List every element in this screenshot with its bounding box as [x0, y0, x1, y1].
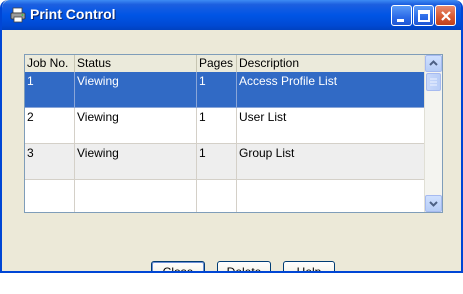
printer-icon: [10, 7, 26, 23]
close-button[interactable]: Close: [151, 261, 205, 273]
table-row[interactable]: 2 Viewing 1 User List: [25, 108, 425, 144]
window-title: Print Control: [30, 6, 116, 22]
close-window-button[interactable]: [435, 5, 456, 26]
status-cell: Viewing: [75, 72, 197, 108]
minimize-button[interactable]: [391, 5, 412, 26]
status-cell: Viewing: [75, 108, 197, 144]
description-cell: Group List: [237, 144, 425, 180]
column-header-pages[interactable]: Pages: [197, 55, 237, 72]
column-header-status[interactable]: Status: [75, 55, 197, 72]
list-header: Job No. Status Pages Description: [25, 55, 425, 73]
scroll-up-button[interactable]: [425, 55, 442, 72]
chevron-down-icon: [429, 201, 438, 207]
close-button-label: Close: [162, 265, 194, 273]
vertical-scrollbar[interactable]: [424, 55, 442, 212]
empty-row: [25, 180, 425, 212]
minimize-icon: [397, 19, 404, 22]
status-cell: Viewing: [75, 144, 197, 180]
delete-button[interactable]: Delete: [217, 261, 271, 273]
maximize-icon: [418, 10, 430, 22]
table-row[interactable]: 1 Viewing 1 Access Profile List: [25, 72, 425, 108]
help-button-label: Help: [296, 265, 322, 273]
table-row[interactable]: 3 Viewing 1 Group List: [25, 144, 425, 180]
column-header-description[interactable]: Description: [237, 55, 425, 72]
chevron-up-icon: [429, 60, 438, 66]
print-jobs-list[interactable]: Job No. Status Pages Description 1 Viewi…: [24, 54, 443, 213]
close-icon: [441, 11, 451, 21]
description-cell: User List: [237, 108, 425, 144]
scroll-down-button[interactable]: [425, 195, 442, 212]
maximize-button[interactable]: [413, 5, 434, 26]
job-no-cell: 1: [25, 72, 75, 108]
scroll-thumb[interactable]: [426, 73, 441, 91]
title-bar[interactable]: Print Control: [2, 0, 461, 30]
pages-cell: 1: [197, 108, 237, 144]
pages-cell: 1: [197, 144, 237, 180]
job-no-cell: 2: [25, 108, 75, 144]
pages-cell: 1: [197, 72, 237, 108]
description-cell: Access Profile List: [237, 72, 425, 108]
delete-button-label: Delete: [226, 265, 262, 273]
help-button[interactable]: Help: [283, 261, 335, 273]
print-control-window: Print Control Job No. Status Pages Descr…: [0, 0, 463, 273]
job-no-cell: 3: [25, 144, 75, 180]
column-header-job-no[interactable]: Job No.: [25, 55, 75, 72]
